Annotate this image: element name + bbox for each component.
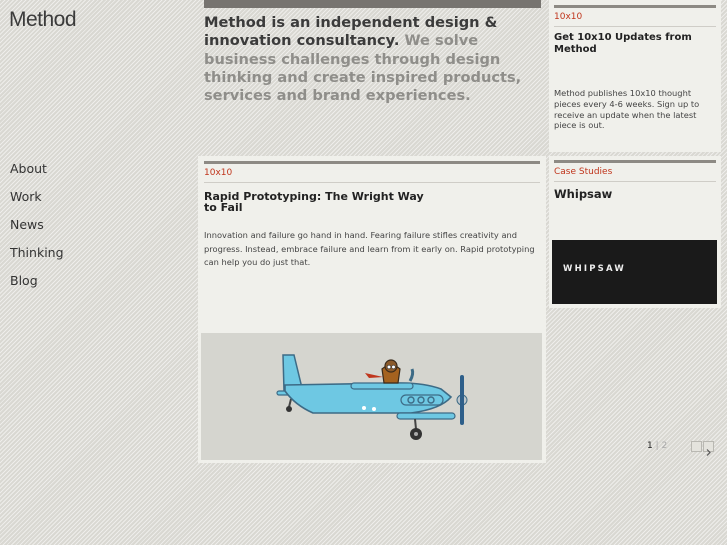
feature-article-panel[interactable]: 10x10 Rapid Prototyping: The Wright Way … <box>198 156 546 463</box>
divider <box>554 26 716 27</box>
promo-description: Method publishes 10x10 thought pieces ev… <box>554 88 700 131</box>
case-title[interactable]: Whipsaw <box>554 187 716 201</box>
airplane-icon <box>276 354 468 440</box>
nav-work[interactable]: Work <box>10 188 64 216</box>
promo-title[interactable]: Get 10x10 Updates from Method <box>554 32 716 55</box>
divider <box>204 182 540 183</box>
main-nav: About Work News Thinking Blog <box>10 160 64 300</box>
method-logo[interactable]: Method <box>9 8 77 32</box>
whipsaw-logo-text: WHIPSAW <box>563 264 626 274</box>
prev-page-button[interactable] <box>691 441 702 452</box>
feature-description: Innovation and failure go hand in hand. … <box>204 230 535 267</box>
nav-blog[interactable]: Blog <box>10 272 64 300</box>
feature-tag[interactable]: 10x10 <box>204 164 540 178</box>
case-tag[interactable]: Case Studies <box>554 163 716 177</box>
feature-title[interactable]: Rapid Prototyping: The Wright Way to Fai… <box>204 191 439 213</box>
nav-thinking[interactable]: Thinking <box>10 244 64 272</box>
intro-block: Method is an independent design & innova… <box>204 0 541 105</box>
case-study-panel[interactable]: Case Studies Whipsaw WHIPSAW <box>549 156 721 308</box>
divider <box>554 181 716 182</box>
intro-text: Method is an independent design & innova… <box>204 14 541 105</box>
nav-news[interactable]: News <box>10 216 64 244</box>
page-next-number[interactable]: 2 <box>662 441 668 451</box>
page-current[interactable]: 1 <box>647 441 653 451</box>
updates-promo-panel[interactable]: 10x10 Get 10x10 Updates from Method Meth… <box>549 0 721 152</box>
airplane-illustration[interactable] <box>201 333 542 460</box>
page-separator: | <box>655 441 659 451</box>
whipsaw-thumbnail[interactable]: WHIPSAW <box>552 240 717 304</box>
chevron-right-icon <box>706 449 711 456</box>
nav-about[interactable]: About <box>10 160 64 188</box>
intro-bar <box>204 0 541 8</box>
pagination: 1 | 2 <box>647 441 667 451</box>
promo-tag[interactable]: 10x10 <box>554 8 716 22</box>
next-page-button[interactable] <box>703 441 714 456</box>
